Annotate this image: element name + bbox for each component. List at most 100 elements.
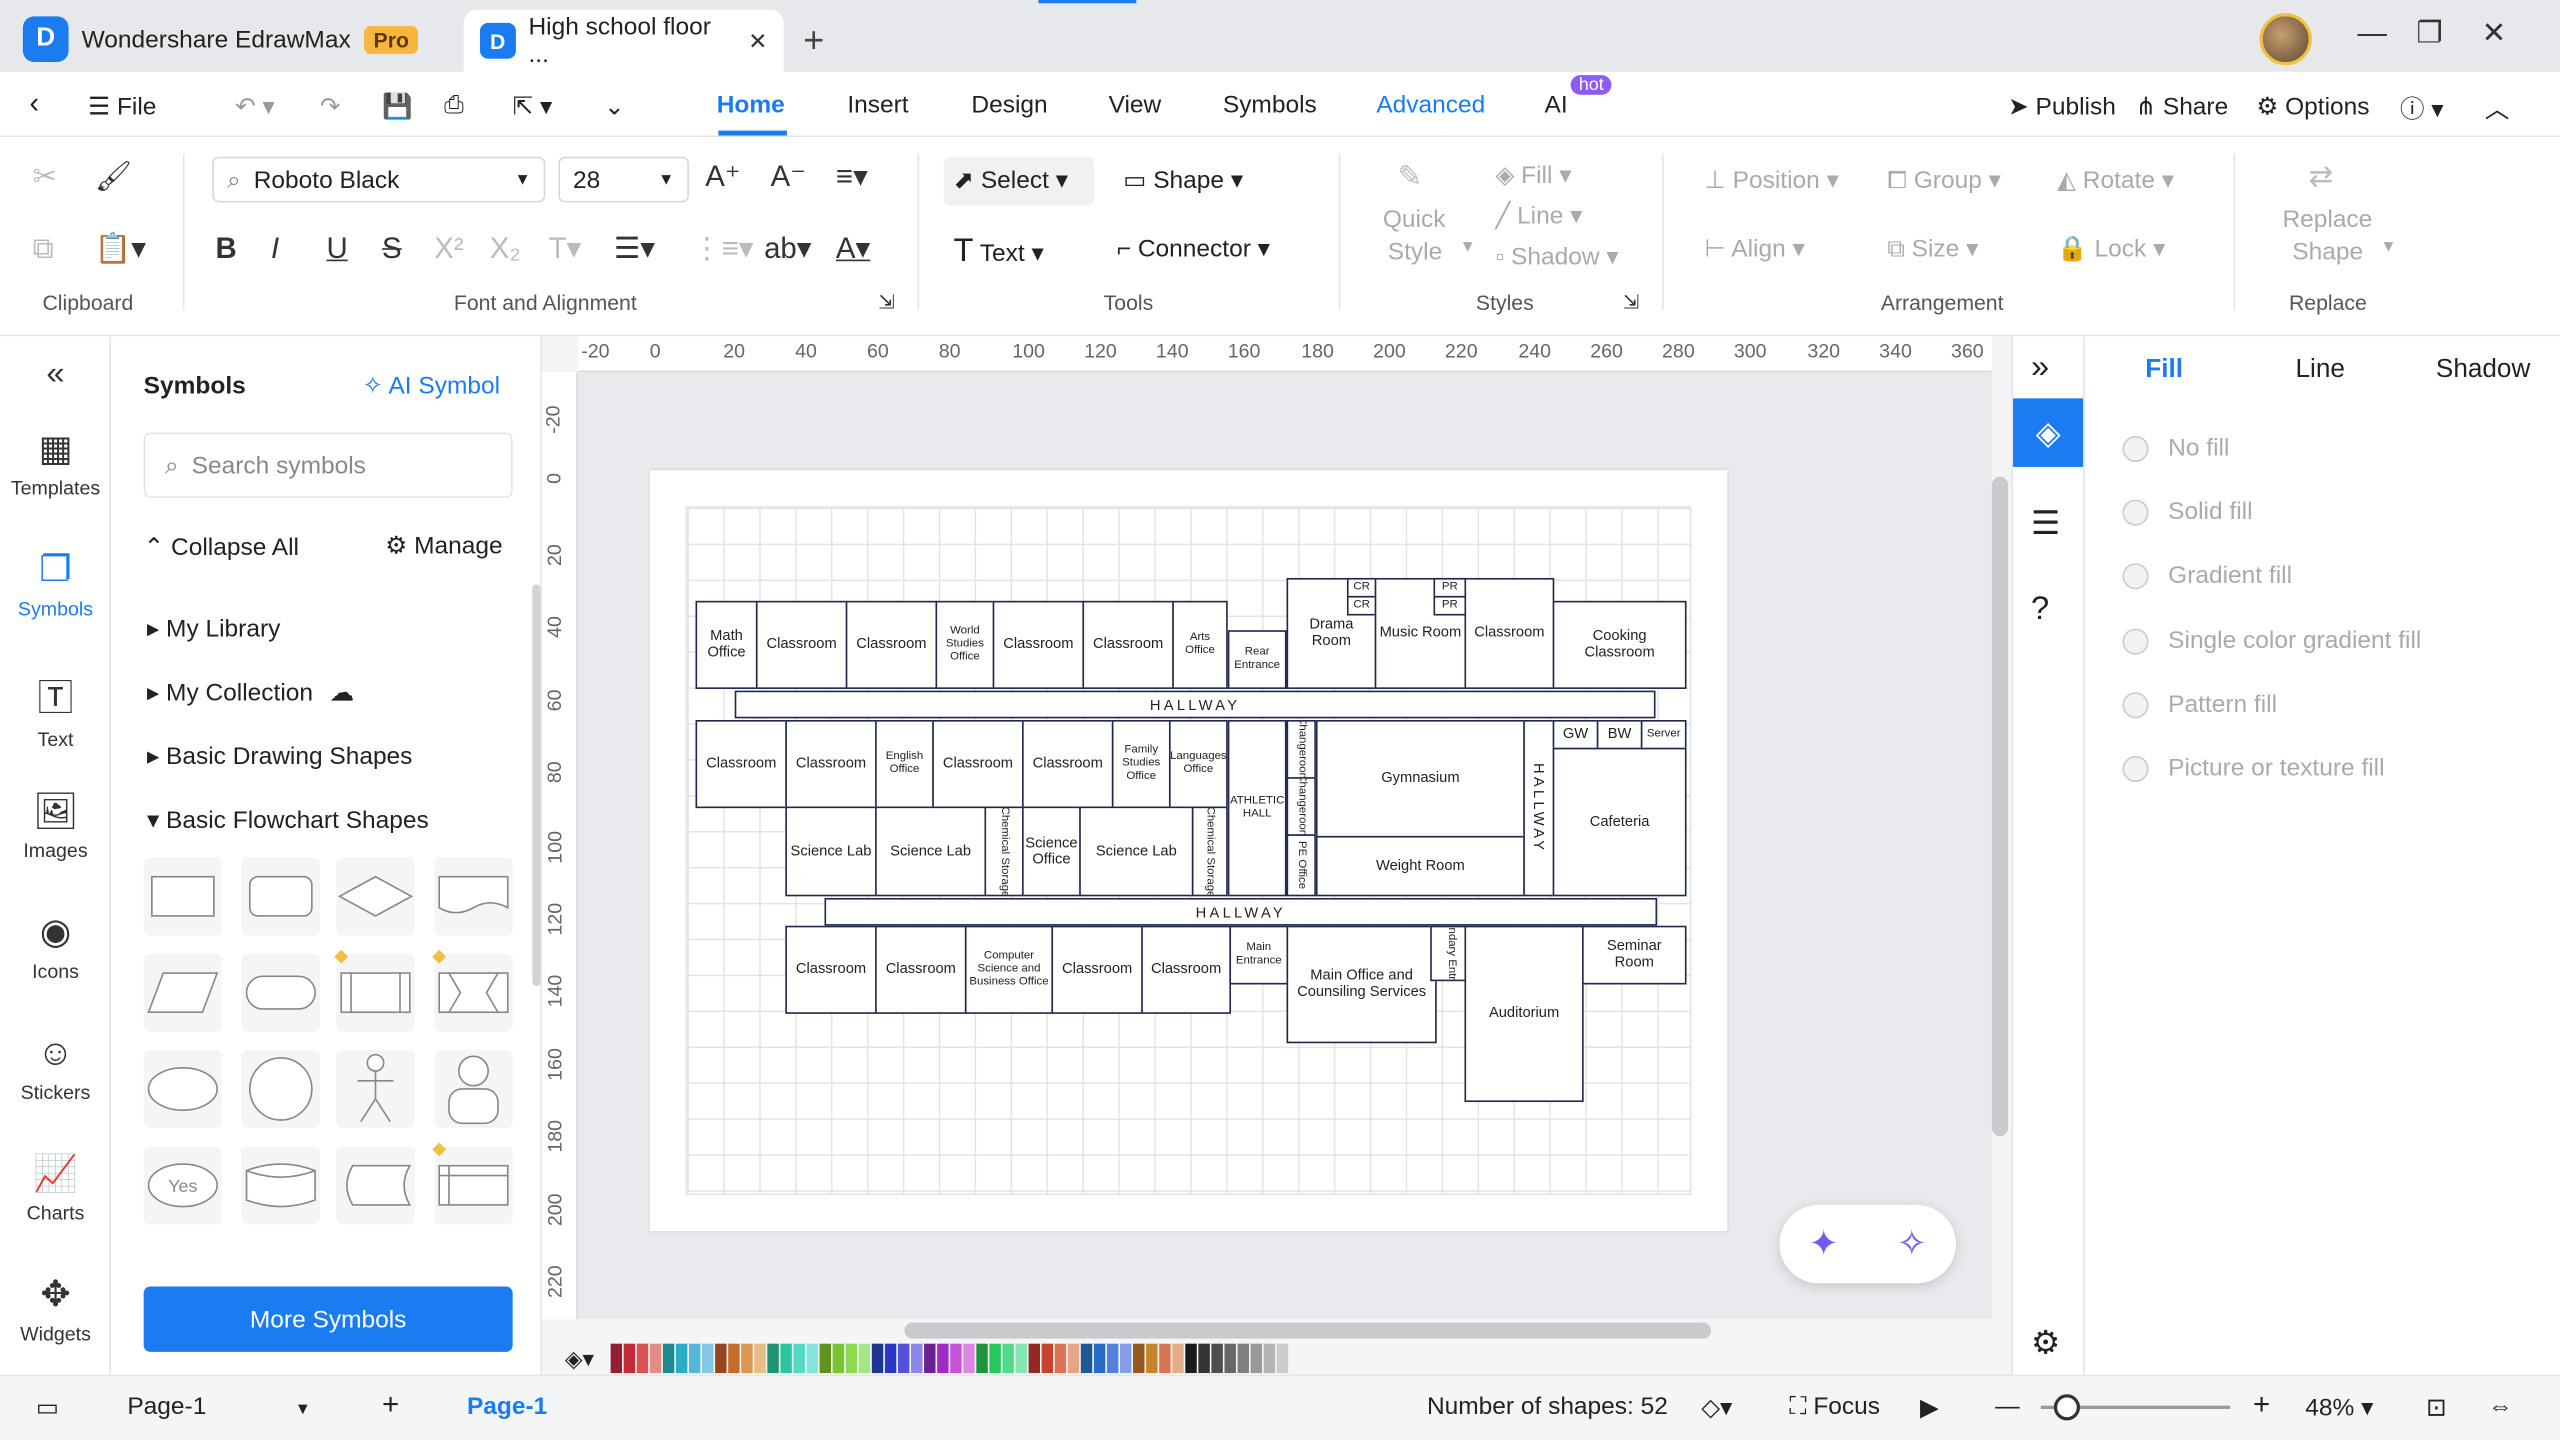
file-menu[interactable]: ☰ File xyxy=(88,91,156,121)
shape-yes[interactable]: Yes xyxy=(143,1146,223,1225)
line-spacing-icon[interactable]: ☰▾ xyxy=(614,232,655,266)
room[interactable]: Gymnasium xyxy=(1315,720,1525,838)
option-gradient-fill[interactable]: Gradient fill xyxy=(2122,562,2292,589)
increase-font-icon[interactable]: A⁺ xyxy=(705,160,740,194)
manage-button[interactable]: ⚙ Manage xyxy=(385,531,502,560)
room[interactable]: Chemical Storage xyxy=(984,806,1024,897)
document-tab[interactable]: D High school floor ... ✕ xyxy=(463,9,784,72)
strikethrough-icon[interactable]: S xyxy=(382,232,402,266)
fill-dropdown[interactable]: ◈ Fill ▾ xyxy=(1496,160,1572,190)
room[interactable]: Science Lab xyxy=(875,806,987,897)
color-swatch[interactable] xyxy=(1198,1343,1210,1374)
sidebar-item-widgets[interactable]: ✥ Widgets xyxy=(0,1273,111,1345)
redo-icon[interactable]: ↷ xyxy=(320,91,341,121)
room[interactable]: Math Office xyxy=(695,600,758,689)
quick-style-icon[interactable]: ✎ xyxy=(1398,160,1423,194)
room[interactable]: Classroom xyxy=(932,720,1024,809)
group-dropdown[interactable]: ⧠ Group ▾ xyxy=(1887,165,2001,195)
ai-symbol-button[interactable]: ✧ AI Symbol xyxy=(362,371,500,400)
room[interactable]: Languages Office xyxy=(1168,720,1228,809)
tab-symbols[interactable]: Symbols xyxy=(1223,91,1317,119)
page-properties-icon[interactable]: ☰ xyxy=(2031,503,2060,544)
room[interactable]: GW xyxy=(1552,720,1599,750)
tab-view[interactable]: View xyxy=(1109,91,1162,119)
zoom-out-icon[interactable]: — xyxy=(1995,1393,2019,1421)
color-swatch[interactable] xyxy=(1224,1343,1236,1374)
color-swatch[interactable] xyxy=(701,1343,714,1374)
color-swatch[interactable] xyxy=(1237,1343,1249,1374)
color-swatch[interactable] xyxy=(780,1343,792,1374)
page-list-icon[interactable]: ▭ xyxy=(36,1393,59,1422)
color-swatch[interactable] xyxy=(1211,1343,1223,1374)
restore-icon[interactable]: ❐ xyxy=(2416,16,2442,50)
help-icon[interactable]: ? xyxy=(2031,591,2049,629)
expand-panel-icon[interactable]: » xyxy=(2031,349,2049,387)
shape-collate[interactable] xyxy=(434,953,513,1032)
close-window-icon[interactable]: ✕ xyxy=(2482,16,2507,50)
connector-tool[interactable]: ⌐ Connector ▾ xyxy=(1117,233,1270,263)
shape-rounded-rect[interactable] xyxy=(241,857,320,936)
undo-icon[interactable]: ↶ ▾ xyxy=(235,91,275,121)
text-tool[interactable]: T Text ▾ xyxy=(953,233,1043,271)
room[interactable]: PR xyxy=(1433,577,1467,598)
back-icon[interactable]: ‹ xyxy=(29,87,39,121)
color-swatch[interactable] xyxy=(1002,1343,1014,1374)
room[interactable]: Science Office xyxy=(1022,806,1081,897)
color-swatch[interactable] xyxy=(806,1343,818,1374)
color-swatch[interactable] xyxy=(819,1343,831,1374)
room[interactable]: Main Office and Counsiling Services xyxy=(1286,925,1437,1044)
page-select[interactable]: Page-1 ▼ xyxy=(127,1393,311,1421)
color-swatch[interactable] xyxy=(923,1343,936,1374)
shadow-dropdown[interactable]: ▫ Shadow ▾ xyxy=(1496,242,1619,271)
room[interactable]: Classroom xyxy=(785,720,877,809)
room[interactable]: BW xyxy=(1596,720,1643,750)
room[interactable]: Classroom xyxy=(755,600,848,689)
color-swatch[interactable] xyxy=(636,1343,648,1374)
collapse-ribbon-icon[interactable]: ︿ xyxy=(2485,91,2510,125)
color-swatch[interactable] xyxy=(989,1343,1001,1374)
decrease-font-icon[interactable]: A⁻ xyxy=(771,160,806,194)
rotate-dropdown[interactable]: ◭ Rotate ▾ xyxy=(2057,165,2174,195)
line-dropdown[interactable]: ╱ Line ▾ xyxy=(1496,201,1583,230)
color-swatch[interactable] xyxy=(727,1343,740,1374)
color-swatch[interactable] xyxy=(675,1343,688,1374)
room[interactable]: PR xyxy=(1433,595,1467,616)
room[interactable]: Classroom xyxy=(1051,925,1143,1014)
align-dropdown[interactable]: ⊢ Align ▾ xyxy=(1704,233,1804,263)
color-swatch[interactable] xyxy=(1119,1343,1132,1374)
color-swatch[interactable] xyxy=(1276,1343,1288,1374)
room[interactable]: Science Lab xyxy=(1079,806,1194,897)
sidebar-item-charts[interactable]: 📈 Charts xyxy=(0,1153,111,1225)
shape-database[interactable] xyxy=(241,1146,320,1225)
app-tab[interactable]: D Wondershare EdrawMax Pro xyxy=(22,10,419,69)
option-solid-fill[interactable]: Solid fill xyxy=(2122,498,2253,526)
color-swatch[interactable] xyxy=(845,1343,857,1374)
library-basic-flowchart[interactable]: ▾ Basic Flowchart Shapes xyxy=(147,805,429,835)
new-tab-icon[interactable]: + xyxy=(803,20,824,62)
save-icon[interactable]: 💾 xyxy=(382,91,413,121)
sidebar-item-icons[interactable]: ◉ Icons xyxy=(0,911,111,983)
format-painter-icon[interactable]: 🖌 xyxy=(95,160,132,194)
settings-icon[interactable]: ⚙ xyxy=(2031,1322,2060,1363)
shape-ellipse[interactable] xyxy=(143,1049,223,1129)
zoom-in-icon[interactable]: + xyxy=(2253,1388,2270,1422)
color-swatch[interactable] xyxy=(1171,1343,1184,1374)
publish-button[interactable]: ➤ Publish xyxy=(2008,91,2116,121)
room[interactable]: ATHLETIC HALL xyxy=(1227,720,1287,897)
color-swatch[interactable] xyxy=(1158,1343,1171,1374)
color-swatch[interactable] xyxy=(871,1343,883,1374)
room[interactable]: Cafeteria xyxy=(1552,747,1687,897)
tab-shadow[interactable]: Shadow xyxy=(2436,356,2530,385)
vertical-scrollbar[interactable] xyxy=(1991,476,2009,1137)
ai-sparkle-icon[interactable]: ✧ xyxy=(1897,1223,1927,1265)
room[interactable]: Classroom xyxy=(1141,925,1232,1014)
underline-icon[interactable]: U xyxy=(327,232,348,266)
shape-decision[interactable] xyxy=(336,857,415,936)
tab-insert[interactable]: Insert xyxy=(847,91,908,119)
subscript-icon[interactable]: X₂ xyxy=(490,232,521,266)
shape-actor[interactable] xyxy=(336,1049,415,1129)
sidebar-item-text[interactable]: 🅃 Text xyxy=(0,669,111,751)
help-icon[interactable]: ⓘ ▾ xyxy=(2400,91,2444,125)
library-basic-drawing[interactable]: ▸ Basic Drawing Shapes xyxy=(147,741,413,771)
color-swatch[interactable] xyxy=(1106,1343,1119,1374)
